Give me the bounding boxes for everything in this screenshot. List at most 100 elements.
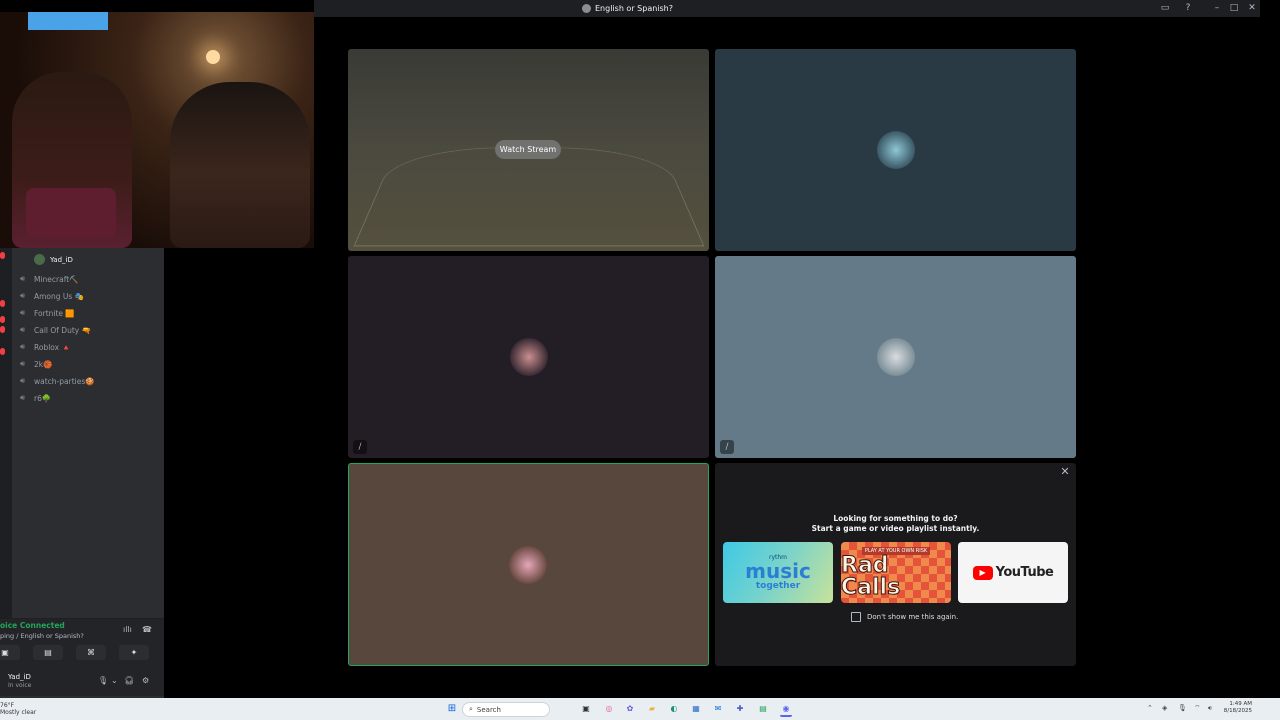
background-lamp [206,50,220,64]
speaker-icon: 🔊︎ [20,376,26,385]
activity-card-youtube[interactable]: ▶ YouTube [958,542,1068,603]
app-icon[interactable]: ✿ [624,703,636,715]
window-title-text: English or Spanish? [595,4,673,13]
app-icon[interactable]: ✚ [734,703,746,715]
user-status: In voice [8,682,32,689]
help-icon[interactable]: ? [1182,2,1194,14]
participant-tile[interactable] [715,49,1076,251]
speaking-participant-tile[interactable] [348,463,709,666]
channel-label: Among Us 🎭 [34,291,85,301]
activity-title: Looking for something to do? Start a gam… [715,514,1076,534]
start-icon[interactable]: ⊞ [446,703,458,715]
youtube-play-icon: ▶ [972,565,993,580]
participant-tile[interactable]: ⧸ [715,256,1076,458]
taskbar-search[interactable]: ⌕ Search [462,702,550,717]
channel-label: Roblox 🔺 [34,342,71,352]
outlook-icon[interactable]: ✉ [712,703,724,715]
channel-item-2k[interactable]: 🔊︎ 2k🏀 [20,358,52,370]
microphone-icon[interactable]: 🎙︎ [1178,704,1187,712]
speaker-icon: 🔊︎ [20,393,26,402]
channel-label: watch-parties🍪 [34,376,95,386]
system-clock[interactable]: 1:49 AM 8/18/2025 [1222,701,1252,715]
webcam-person-right [170,82,310,248]
screen-share-button[interactable]: ▤ [33,645,63,660]
channel-item-r6[interactable]: 🔊︎ r6🌳 [20,392,51,404]
participant-tile[interactable]: ⧸ [348,256,709,458]
clock-date: 8/18/2025 [1223,708,1252,714]
search-placeholder: Search [476,705,501,714]
microphone-icon[interactable]: 🎙︎ [98,676,108,685]
channel-item-call-of-duty[interactable]: 🔊︎ Call Of Duty 🔫 [20,324,91,336]
channel-item-among-us[interactable]: 🔊︎ Among Us 🎭 [20,290,84,302]
card-line3: together [755,581,801,591]
weather-temp: 76°F [0,702,15,709]
chevron-down-icon[interactable]: ⌄ [111,676,118,685]
avatar [34,254,45,265]
server-icon [582,4,591,13]
file-explorer-icon[interactable]: ▰ [646,703,658,715]
avatar [510,338,548,376]
discord-icon[interactable]: ◉ [780,703,792,717]
app-root: English or Spanish? ▭ ? – □ ✕ Yad_iD 🔊︎ … [0,0,1280,720]
wifi-icon[interactable]: ⌔ [1194,704,1201,713]
headphones-icon[interactable]: 🎧︎ [124,676,134,685]
user-name[interactable]: Yad_iD [8,673,31,681]
window-title: English or Spanish? [582,2,673,15]
channel-item-watch-parties[interactable]: 🔊︎ watch-parties🍪 [20,375,95,387]
voice-status: oice Connected [0,621,65,630]
speaker-icon: 🔊︎ [20,325,26,334]
maximize-icon[interactable]: □ [1228,2,1240,14]
soundboard-button[interactable]: ✦ [119,645,149,660]
settings-gear-icon[interactable]: ⚙ [142,676,149,685]
activity-card-rad-calls[interactable]: PLAY AT YOUR OWN RISK Rad Calls [841,542,951,603]
inbox-icon[interactable]: ▭ [1159,2,1171,14]
app-icon[interactable]: ▤ [757,703,769,715]
background-tv [28,12,108,30]
card-line2: music [745,559,811,583]
signal-icon[interactable]: ıllı [123,625,132,634]
close-icon[interactable]: ✕ [1059,466,1071,478]
title-bar [314,0,1260,17]
weather-widget[interactable]: 76°F Mostly clear [0,702,36,716]
speaker-icon: 🔊︎ [20,308,26,317]
mention-badge [0,348,5,355]
channel-item-minecraft[interactable]: 🔊︎ Minecraft⛏️ [20,273,79,285]
app-icon[interactable]: ◎ [603,703,615,715]
speaker-icon: 🔊︎ [20,291,26,300]
activity-card-rythm[interactable]: rythm music together [723,542,833,603]
voice-user-name: Yad_iD [50,255,73,264]
tray-app-icon[interactable]: ◈ [1162,704,1167,712]
close-icon[interactable]: ✕ [1246,2,1258,14]
speaker-icon: 🔊︎ [20,342,26,351]
disconnect-icon[interactable]: ☎ [142,625,152,634]
card-line1: YouTube [995,565,1054,580]
app-icon[interactable]: ▦ [690,703,702,715]
search-icon: ⌕ [469,705,473,713]
speaker-icon: 🔊︎ [20,274,26,283]
minimize-icon[interactable]: – [1211,2,1223,14]
channel-label: Minecraft⛏️ [34,274,79,284]
channel-label: 2k🏀 [34,359,53,369]
chevron-up-icon[interactable]: ⌃ [1147,704,1153,712]
dont-show-checkbox[interactable]: Don't show me this again. [851,612,958,622]
channel-item-fortnite[interactable]: 🔊︎ Fortnite 🟧 [20,307,75,319]
checkbox[interactable] [851,612,861,622]
clock-time: 1:49 AM [1229,701,1252,707]
edge-browser-icon[interactable]: ◐ [668,703,680,715]
avatar [877,131,915,169]
avatar [877,338,915,376]
voice-location[interactable]: ping / English or Spanish? [0,632,84,640]
activity-button[interactable]: ⌘ [76,645,106,660]
activity-title-line2: Start a game or video playlist instantly… [811,524,980,533]
watch-stream-button[interactable]: Watch Stream [495,140,561,159]
card-line2: Rad Calls [841,552,901,600]
mention-badge [0,300,5,307]
channel-item-roblox[interactable]: 🔊︎ Roblox 🔺 [20,341,71,353]
camera-off-button[interactable]: ▣ [0,645,20,660]
volume-icon[interactable]: 🔉︎ [1208,704,1212,713]
voice-user-entry[interactable]: Yad_iD [34,254,73,265]
channel-label: Fortnite 🟧 [34,308,75,318]
weather-condition: Mostly clear [0,709,37,716]
task-view-icon[interactable]: ▣ [580,703,592,715]
mic-muted-icon: ⧸ [720,440,734,454]
